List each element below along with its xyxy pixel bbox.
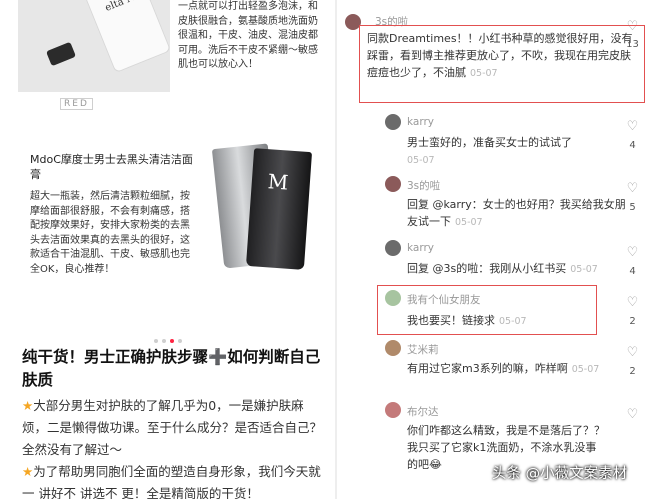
comment-username[interactable]: 布尔达: [407, 404, 439, 419]
article-paragraph: ★大部分男生对护肤的了解几乎为0，一是嫌护肤麻烦，二是懒得做功课。至于什么成分？…: [22, 395, 322, 461]
comment-body: 回复 @karry：女士的也好用？我买给我女朋友试一下: [407, 198, 626, 228]
tube-mark: M: [267, 169, 290, 195]
carousel-dot[interactable]: [162, 339, 166, 343]
article-p2: 为了帮助男同胞们全面的塑造自身形象，我们今天就一 讲好不 讲选不 更！全是精简版…: [22, 464, 321, 499]
comment-item: 3s的啦 回复 @karry：女士的也好用？我买给我女朋友试一下 05-07 ♡ …: [337, 176, 661, 228]
product-description: 超大一瓶装，然后清洁颗粒细腻，按摩给面部很舒服，不会有刺痛感，搭配按摩效果好，安…: [30, 191, 190, 275]
comment-text: 回复 @karry：女士的也好用？我买给我女朋友试一下 05-07: [407, 196, 627, 231]
heart-icon[interactable]: ♡: [626, 408, 639, 421]
star-icon: ★: [22, 398, 34, 413]
carousel-dot-active[interactable]: [170, 339, 174, 343]
carousel-dot[interactable]: [154, 339, 158, 343]
like-count: 4: [629, 140, 636, 151]
avatar[interactable]: [385, 114, 401, 130]
star-icon: ★: [22, 464, 34, 479]
top-text-line: 一点就可以打出轻盈多泡沫，和皮肤很融合，氨基酸质地洗面奶很温和，干皮、油皮、混油…: [178, 1, 318, 70]
comment-body: 男士蛮好的，准备买女士的试试了: [407, 136, 572, 149]
heart-icon[interactable]: ♡: [626, 346, 639, 359]
carousel-dot[interactable]: [178, 339, 182, 343]
product-image-top[interactable]: elta MD: [18, 0, 172, 92]
article-p1: 大部分男生对护肤的了解几乎为0，一是嫌护肤麻烦，二是懒得做功课。至于什么成分？是…: [22, 398, 323, 457]
avatar[interactable]: [385, 176, 401, 192]
highlight-box: [377, 285, 597, 335]
comment-username[interactable]: karry: [407, 242, 434, 254]
comment-time: 05-07: [570, 264, 598, 275]
comment-username[interactable]: 3s的啦: [407, 178, 440, 193]
bottle-shape: elta MD: [86, 0, 172, 74]
comment-text: 回复 @3s的啦：我刚从小红书买 05-07: [407, 260, 627, 278]
comment-body: 回复 @3s的啦：我刚从小红书买: [407, 262, 567, 275]
product-title: MdoC摩度士男士去黑头清洁洁面膏: [30, 153, 193, 181]
heart-icon[interactable]: ♡: [626, 182, 639, 195]
bottle-cap: [45, 41, 77, 67]
bottle-label: elta MD: [103, 0, 146, 14]
avatar[interactable]: [385, 340, 401, 356]
like-count: 2: [629, 316, 636, 327]
comment-text: 男士蛮好的，准备买女士的试试了 05-07: [407, 134, 627, 169]
tube-black: M: [245, 148, 313, 270]
avatar[interactable]: [385, 240, 401, 256]
watermark: 头条 @小薇文案素材: [492, 466, 628, 482]
article-body: ★大部分男生对护肤的了解几乎为0，一是嫌护肤麻烦，二是懒得做功课。至于什么成分？…: [22, 395, 322, 499]
article-panel: elta MD RED 一点就可以打出轻盈多泡沫，和皮肤很融合，氨基酸质地洗面奶…: [0, 0, 335, 499]
comment-username[interactable]: karry: [407, 116, 434, 128]
article-title: 纯干货！男士正确护肤步骤➕如何判断自己肤质: [22, 348, 321, 389]
product-image-tubes[interactable]: M: [196, 140, 316, 275]
avatar[interactable]: [385, 402, 401, 418]
highlight-box: [359, 25, 645, 103]
like-count: 2: [629, 366, 636, 377]
comment-text: 有用过它家m3系列的嘛，咋样啊 05-07: [407, 360, 627, 378]
comment-time: 05-07: [571, 364, 600, 375]
comment-body: 有用过它家m3系列的嘛，咋样啊: [407, 362, 568, 375]
product-review-text-top: 一点就可以打出轻盈多泡沫，和皮肤很融合，氨基酸质地洗面奶很温和，干皮、油皮、混油…: [178, 0, 320, 73]
red-watermark: RED: [60, 98, 93, 110]
comments-panel: 3s的啦 同款Dreamtimes！！小红书种草的感觉很好用，没有踩雷，看到博主…: [337, 0, 661, 499]
comment-item: karry 男士蛮好的，准备买女士的试试了 05-07 ♡ 4: [337, 114, 661, 166]
comment-time: 05-07: [407, 155, 435, 166]
comment-username[interactable]: 艾米莉: [407, 342, 439, 357]
heart-icon[interactable]: ♡: [626, 246, 639, 259]
comment-item: karry 回复 @3s的啦：我刚从小红书买 05-07 ♡ 4: [337, 240, 661, 284]
comment-item: 艾米莉 有用过它家m3系列的嘛，咋样啊 05-07 ♡ 2: [337, 340, 661, 390]
comment-time: 05-07: [455, 217, 483, 228]
like-count: 4: [629, 266, 636, 277]
like-count: 5: [629, 202, 636, 213]
carousel-dots[interactable]: [152, 328, 184, 347]
heart-icon[interactable]: ♡: [626, 120, 639, 133]
article-paragraph: ★为了帮助男同胞们全面的塑造自身形象，我们今天就一 讲好不 讲选不 更！全是精简…: [22, 461, 322, 499]
heart-icon[interactable]: ♡: [626, 296, 639, 309]
